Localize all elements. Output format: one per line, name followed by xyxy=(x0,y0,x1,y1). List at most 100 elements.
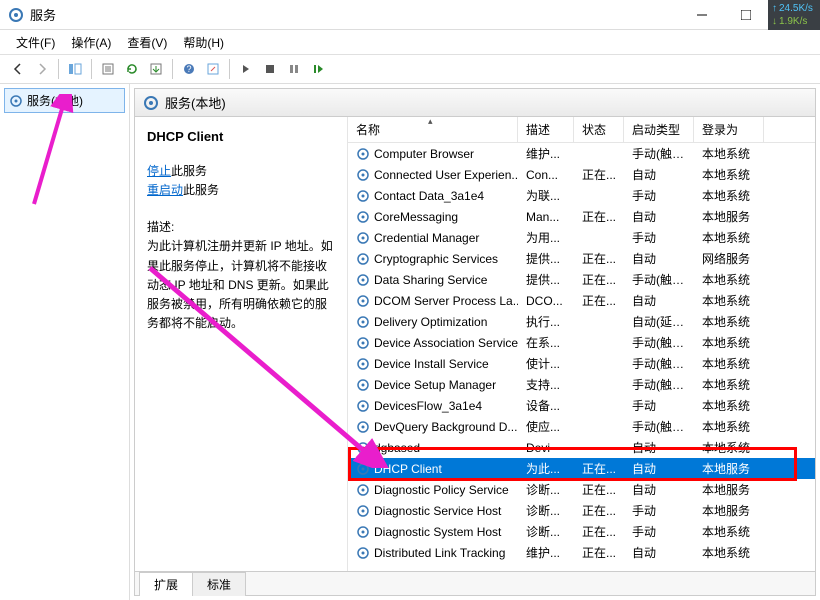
col-header-logon[interactable]: 登录为 xyxy=(694,117,764,142)
refresh-button[interactable] xyxy=(121,58,143,80)
desc-text: 为此计算机注册并更新 IP 地址。如果此服务停止，计算机将不能接收动态 IP 地… xyxy=(147,237,335,333)
service-row[interactable]: DCOM Server Process La...DCO...正在...自动本地… xyxy=(348,290,815,311)
cell-name: Delivery Optimization xyxy=(348,315,518,329)
toolbar-separator xyxy=(229,59,230,79)
cell-logon: 本地服务 xyxy=(694,481,764,498)
panel-title: 服务(本地) xyxy=(165,93,226,112)
service-row[interactable]: Credential Manager为用...手动本地系统 xyxy=(348,227,815,248)
minimize-button[interactable] xyxy=(680,1,724,29)
cell-name: Credential Manager xyxy=(348,231,518,245)
help-button[interactable]: ? xyxy=(178,58,200,80)
gear-icon xyxy=(356,336,370,350)
service-row[interactable]: Diagnostic Service Host诊断...正在...手动本地服务 xyxy=(348,500,815,521)
cell-desc: Man... xyxy=(518,210,574,224)
cell-logon: 本地系统 xyxy=(694,166,764,183)
service-row[interactable]: Device Install Service使计...手动(触发...本地系统 xyxy=(348,353,815,374)
cell-desc: 为此... xyxy=(518,460,574,477)
tab-extended[interactable]: 扩展 xyxy=(139,572,193,596)
toolbar: ? xyxy=(0,54,820,84)
menu-file[interactable]: 文件(F) xyxy=(8,31,63,54)
cell-desc: 支持... xyxy=(518,376,574,393)
cell-start: 自动 xyxy=(624,292,694,309)
cell-name: Contact Data_3a1e4 xyxy=(348,189,518,203)
gear-icon xyxy=(356,147,370,161)
service-row[interactable]: Diagnostic System Host诊断...正在...手动本地系统 xyxy=(348,521,815,542)
cell-start: 手动 xyxy=(624,229,694,246)
cell-status: 正在... xyxy=(574,523,624,540)
list-body[interactable]: Computer Browser维护...手动(触发...本地系统Connect… xyxy=(348,143,815,571)
menu-action[interactable]: 操作(A) xyxy=(63,31,119,54)
service-row[interactable]: Data Sharing Service提供...正在...手动(触发...本地… xyxy=(348,269,815,290)
col-header-status[interactable]: 状态 xyxy=(574,117,624,142)
service-row[interactable]: dgbasedDevi自动本地系统 xyxy=(348,437,815,458)
maximize-button[interactable] xyxy=(724,1,768,29)
tree-root-services[interactable]: 服务(本地) xyxy=(4,88,125,113)
cell-name: DHCP Client xyxy=(348,462,518,476)
gear-icon xyxy=(356,168,370,182)
service-row[interactable]: Diagnostic Policy Service诊断...正在...自动本地服… xyxy=(348,479,815,500)
about-button[interactable] xyxy=(202,58,224,80)
cell-logon: 本地系统 xyxy=(694,334,764,351)
cell-start: 手动(触发... xyxy=(624,145,694,162)
cell-logon: 本地系统 xyxy=(694,145,764,162)
cell-desc: 为用... xyxy=(518,229,574,246)
gear-icon xyxy=(356,483,370,497)
service-row[interactable]: Device Setup Manager支持...手动(触发...本地系统 xyxy=(348,374,815,395)
menubar: 文件(F) 操作(A) 查看(V) 帮助(H) xyxy=(0,30,820,54)
restart-link[interactable]: 重启动 xyxy=(147,183,183,197)
back-button[interactable] xyxy=(7,58,29,80)
pause-service-button[interactable] xyxy=(283,58,305,80)
service-row[interactable]: DevicesFlow_3a1e4设备...手动本地系统 xyxy=(348,395,815,416)
gear-icon xyxy=(356,504,370,518)
service-row[interactable]: Contact Data_3a1e4为联...手动本地系统 xyxy=(348,185,815,206)
service-row[interactable]: DHCP Client为此...正在...自动本地服务 xyxy=(348,458,815,479)
stop-service-button[interactable] xyxy=(259,58,281,80)
view-columns-button[interactable] xyxy=(64,58,86,80)
tree-root-label: 服务(本地) xyxy=(27,92,83,109)
start-service-button[interactable] xyxy=(235,58,257,80)
cell-status: 正在... xyxy=(574,502,624,519)
cell-desc: 执行... xyxy=(518,313,574,330)
cell-name: Diagnostic Service Host xyxy=(348,504,518,518)
cell-desc: Devi xyxy=(518,441,574,455)
cell-start: 手动(触发... xyxy=(624,271,694,288)
col-header-start[interactable]: 启动类型 xyxy=(624,117,694,142)
cell-name: DevicesFlow_3a1e4 xyxy=(348,399,518,413)
forward-button[interactable] xyxy=(31,58,53,80)
service-row[interactable]: Device Association Service在系...手动(触发...本… xyxy=(348,332,815,353)
svg-text:?: ? xyxy=(186,64,191,74)
cell-name: CoreMessaging xyxy=(348,210,518,224)
service-row[interactable]: Distributed Link Tracking维护...正在...自动本地系… xyxy=(348,542,815,563)
service-row[interactable]: Computer Browser维护...手动(触发...本地系统 xyxy=(348,143,815,164)
stop-link[interactable]: 停止 xyxy=(147,164,171,178)
cell-start: 手动 xyxy=(624,187,694,204)
service-row[interactable]: Cryptographic Services提供...正在...自动网络服务 xyxy=(348,248,815,269)
col-header-desc[interactable]: 描述 xyxy=(518,117,574,142)
gear-icon xyxy=(356,210,370,224)
menu-help[interactable]: 帮助(H) xyxy=(175,31,232,54)
cell-logon: 本地系统 xyxy=(694,439,764,456)
cell-name: DevQuery Background D... xyxy=(348,420,518,434)
restart-service-button[interactable] xyxy=(307,58,329,80)
export-button[interactable] xyxy=(145,58,167,80)
cell-name: Distributed Link Tracking xyxy=(348,546,518,560)
cell-status: 正在... xyxy=(574,166,624,183)
cell-desc: 设备... xyxy=(518,397,574,414)
properties-button[interactable] xyxy=(97,58,119,80)
gear-icon xyxy=(356,189,370,203)
tab-standard[interactable]: 标准 xyxy=(192,572,246,596)
service-row[interactable]: Delivery Optimization执行...自动(延迟...本地系统 xyxy=(348,311,815,332)
cell-name: DCOM Server Process La... xyxy=(348,294,518,308)
menu-view[interactable]: 查看(V) xyxy=(119,31,175,54)
service-row[interactable]: Connected User Experien...Con...正在...自动本… xyxy=(348,164,815,185)
col-header-name[interactable]: 名称 xyxy=(348,117,518,142)
cell-desc: Con... xyxy=(518,168,574,182)
cell-desc: DCO... xyxy=(518,294,574,308)
cell-status: 正在... xyxy=(574,271,624,288)
service-row[interactable]: DevQuery Background D...使应...手动(触发...本地系… xyxy=(348,416,815,437)
cell-name: Connected User Experien... xyxy=(348,168,518,182)
gear-icon xyxy=(356,357,370,371)
cell-name: dgbased xyxy=(348,441,518,455)
tabs: 扩展 标准 xyxy=(135,571,815,595)
service-row[interactable]: CoreMessagingMan...正在...自动本地服务 xyxy=(348,206,815,227)
